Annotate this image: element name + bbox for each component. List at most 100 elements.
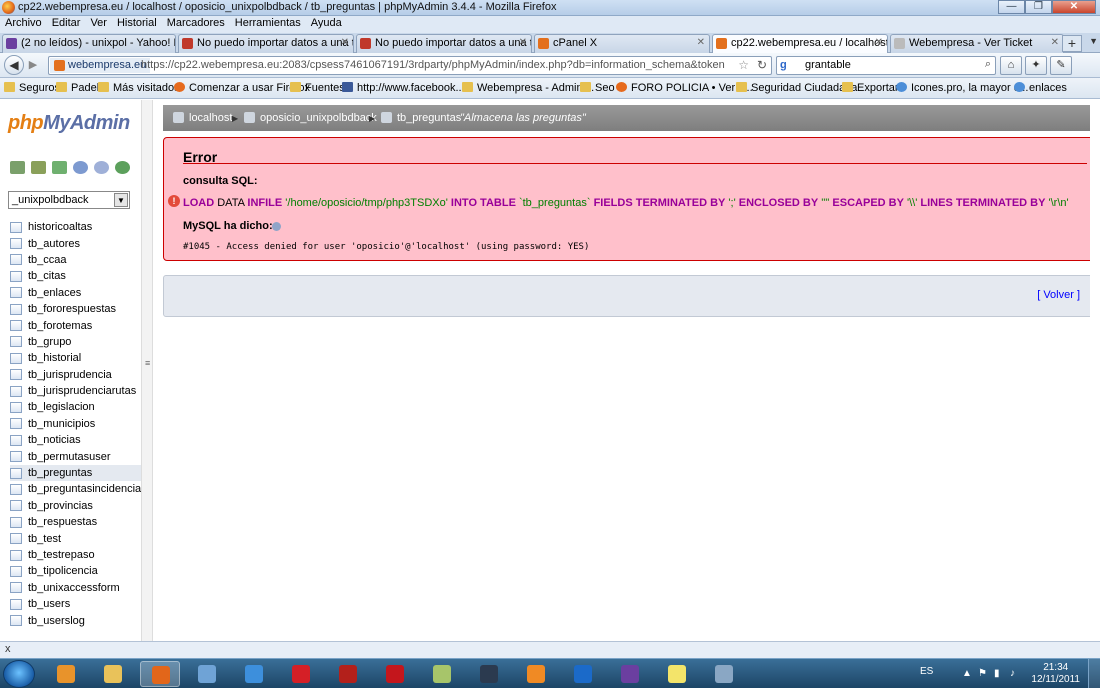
table-icon[interactable] <box>10 533 22 545</box>
sidebar-table-tb-provincias[interactable]: tb_provincias <box>10 498 141 514</box>
tab-webempresa-foro-2[interactable]: No puedo importar datos a una ta... ✕ <box>356 34 532 53</box>
table-icon[interactable] <box>10 287 22 299</box>
url-text[interactable]: https://cp22.webempresa.eu:2083/cpsess74… <box>141 59 725 71</box>
bookmark-seguros[interactable]: Seguros <box>4 82 60 94</box>
sidebar-table-label[interactable]: tb_tipolicencia <box>28 565 98 577</box>
tab-yahoo-mail[interactable]: (2 no leídos) - unixpol - Yahoo! Mail <box>2 34 176 53</box>
breadcrumb-server[interactable]: localhost <box>189 112 232 124</box>
taskbar-app-acrobat[interactable] <box>375 661 415 687</box>
table-icon[interactable] <box>10 221 22 233</box>
sidebar-table-label[interactable]: tb_preguntasincidencia <box>28 483 141 495</box>
sidebar-table-tb-test[interactable]: tb_test <box>10 530 141 546</box>
tab-close-icon[interactable]: ✕ <box>875 37 883 48</box>
tab-close-icon[interactable]: ✕ <box>697 37 705 48</box>
sidebar-table-tb-jurisprudencia[interactable]: tb_jurisprudencia <box>10 367 141 383</box>
documentation-icon[interactable] <box>272 222 281 231</box>
tab-phpmyadmin[interactable]: cp22.webempresa.eu / localhost /... ✕ <box>712 34 888 54</box>
taskbar-app-tool[interactable] <box>704 661 744 687</box>
bookmark-foro-policia[interactable]: FORO POLICIA • Ver T... <box>616 82 753 94</box>
sidebar-table-label[interactable]: tb_fororespuestas <box>28 303 116 315</box>
sidebar-table-tb-noticias[interactable]: tb_noticias <box>10 432 141 448</box>
table-icon[interactable] <box>10 565 22 577</box>
network-icon[interactable]: ▮ <box>994 668 1000 679</box>
breadcrumb-table[interactable]: tb_preguntas <box>397 112 461 124</box>
sidebar-table-tb-preguntas[interactable]: tb_preguntas <box>10 464 142 482</box>
table-icon[interactable] <box>10 254 22 266</box>
menu-marcadores[interactable]: Marcadores <box>162 16 230 33</box>
menu-archivo[interactable]: Archivo <box>0 16 47 33</box>
sidebar-table-label[interactable]: tb_preguntas <box>28 467 92 479</box>
sidebar-table-tb-respuestas[interactable]: tb_respuestas <box>10 514 141 530</box>
bookmark-seguridad-ciudadana[interactable]: Seguridad Ciudadana <box>736 82 857 94</box>
search-input[interactable]: g grantable ⌕ <box>776 56 996 75</box>
menu-ayuda[interactable]: Ayuda <box>306 16 347 33</box>
sidebar-table-label[interactable]: tb_historial <box>28 352 81 364</box>
sidebar-table-label[interactable]: tb_grupo <box>28 336 71 348</box>
back-button[interactable]: ◀ <box>4 55 24 75</box>
table-icon[interactable] <box>10 320 22 332</box>
menu-herramientas[interactable]: Herramientas <box>230 16 306 33</box>
resize-grip-icon[interactable]: ≡ <box>145 358 150 368</box>
sidebar-table-label[interactable]: historicoaltas <box>28 221 92 233</box>
taskbar-app-mail[interactable] <box>657 661 697 687</box>
table-icon[interactable] <box>10 467 22 479</box>
reload-icon[interactable] <box>115 161 130 174</box>
bookmark-mas-visitados[interactable]: Más visitados <box>98 82 180 94</box>
sidebar-table-tb-citas[interactable]: tb_citas <box>10 268 141 284</box>
close-button[interactable]: ✕ <box>1052 0 1096 14</box>
menu-historial[interactable]: Historial <box>112 16 162 33</box>
show-desktop-button[interactable] <box>1088 659 1100 688</box>
sidebar-table-tb-autores[interactable]: tb_autores <box>10 235 141 251</box>
taskbar-app-tor[interactable] <box>610 661 650 687</box>
home-icon[interactable] <box>10 161 25 174</box>
start-button[interactable] <box>3 660 35 688</box>
flag-icon[interactable]: ⚑ <box>978 668 987 679</box>
sidebar-table-historicoaltas[interactable]: historicoaltas <box>10 219 141 235</box>
sidebar-table-tb-userslog[interactable]: tb_userslog <box>10 612 141 628</box>
sidebar-table-tb-testrepaso[interactable]: tb_testrepaso <box>10 547 141 563</box>
docs-icon[interactable] <box>94 161 109 174</box>
bookmark-exportar[interactable]: Exportar <box>842 82 899 94</box>
sidebar-table-label[interactable]: tb_ccaa <box>28 254 67 266</box>
exit-icon[interactable] <box>31 161 46 174</box>
show-hidden-icons-icon[interactable]: ▲ <box>962 668 972 679</box>
sidebar-table-label[interactable]: tb_unixaccessform <box>28 582 120 594</box>
sidebar-table-label[interactable]: tb_testrepaso <box>28 549 95 561</box>
sidebar-table-label[interactable]: tb_autores <box>28 238 80 250</box>
frame-divider[interactable]: ≡ <box>141 100 153 641</box>
table-icon[interactable] <box>10 352 22 364</box>
sidebar-table-label[interactable]: tb_legislacion <box>28 401 95 413</box>
home-icon[interactable]: ⌂ <box>1000 56 1022 75</box>
menu-ver[interactable]: Ver <box>85 16 112 33</box>
bookmark-padel[interactable]: Padel <box>56 82 99 94</box>
sidebar-table-tb-unixaccessform[interactable]: tb_unixaccessform <box>10 580 141 596</box>
google-icon[interactable]: g <box>780 59 787 71</box>
bookmark-icones[interactable]: Icones.pro, la mayor c... <box>896 82 1028 94</box>
taskbar-app-opera[interactable] <box>281 661 321 687</box>
tab-close-icon[interactable]: ✕ <box>341 37 349 48</box>
bookmark-seo[interactable]: Seo <box>580 82 615 94</box>
volume-icon[interactable]: ♪ <box>1010 668 1015 679</box>
table-icon[interactable] <box>10 434 22 446</box>
table-icon[interactable] <box>10 451 22 463</box>
tab-list-chevron-icon[interactable]: ▼ <box>1089 36 1098 46</box>
taskbar-app-media[interactable] <box>46 661 86 687</box>
maximize-button[interactable]: ❐ <box>1025 0 1052 14</box>
tab-webempresa-foro-1[interactable]: No puedo importar datos a una ta... ✕ <box>178 34 354 53</box>
tab-close-icon[interactable]: ✕ <box>519 37 527 48</box>
bookmark-webempresa-admin[interactable]: Webempresa - Admini... <box>462 82 594 94</box>
table-icon[interactable] <box>10 303 22 315</box>
sidebar-table-label[interactable]: tb_municipios <box>28 418 95 430</box>
menu-editar[interactable]: Editar <box>47 16 86 33</box>
sidebar-table-label[interactable]: tb_citas <box>28 270 66 282</box>
minimize-button[interactable]: — <box>998 0 1025 14</box>
tools-icon[interactable]: ✎ <box>1050 56 1072 75</box>
main-scrollbar[interactable] <box>1090 100 1100 641</box>
phpmyadmin-logo[interactable]: phpMyAdmin <box>8 112 130 135</box>
tab-ver-ticket[interactable]: Webempresa - Ver Ticket ✕ <box>890 34 1064 53</box>
table-icon[interactable] <box>10 615 22 627</box>
close-addon-bar-icon[interactable]: x <box>5 643 11 655</box>
url-bar[interactable]: webempresa.eu https://cp22.webempresa.eu… <box>48 56 772 75</box>
table-icon[interactable] <box>10 385 22 397</box>
sidebar-table-label[interactable]: tb_respuestas <box>28 516 97 528</box>
